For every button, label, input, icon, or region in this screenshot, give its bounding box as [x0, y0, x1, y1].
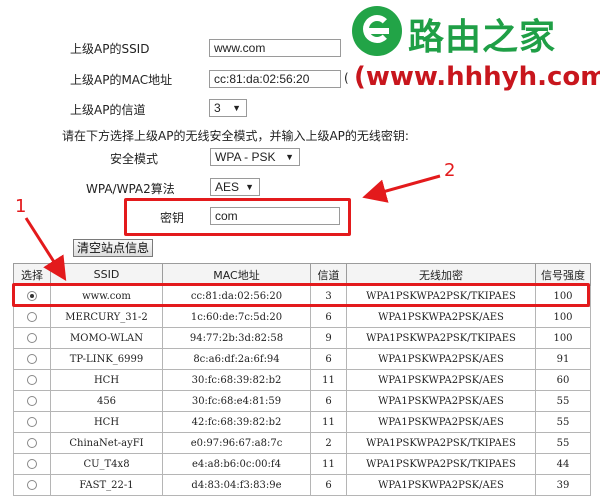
- annotation-arrow-2: [362, 174, 441, 203]
- annotation-arrows: [24, 174, 441, 282]
- annotation-arrow-1: [24, 217, 67, 282]
